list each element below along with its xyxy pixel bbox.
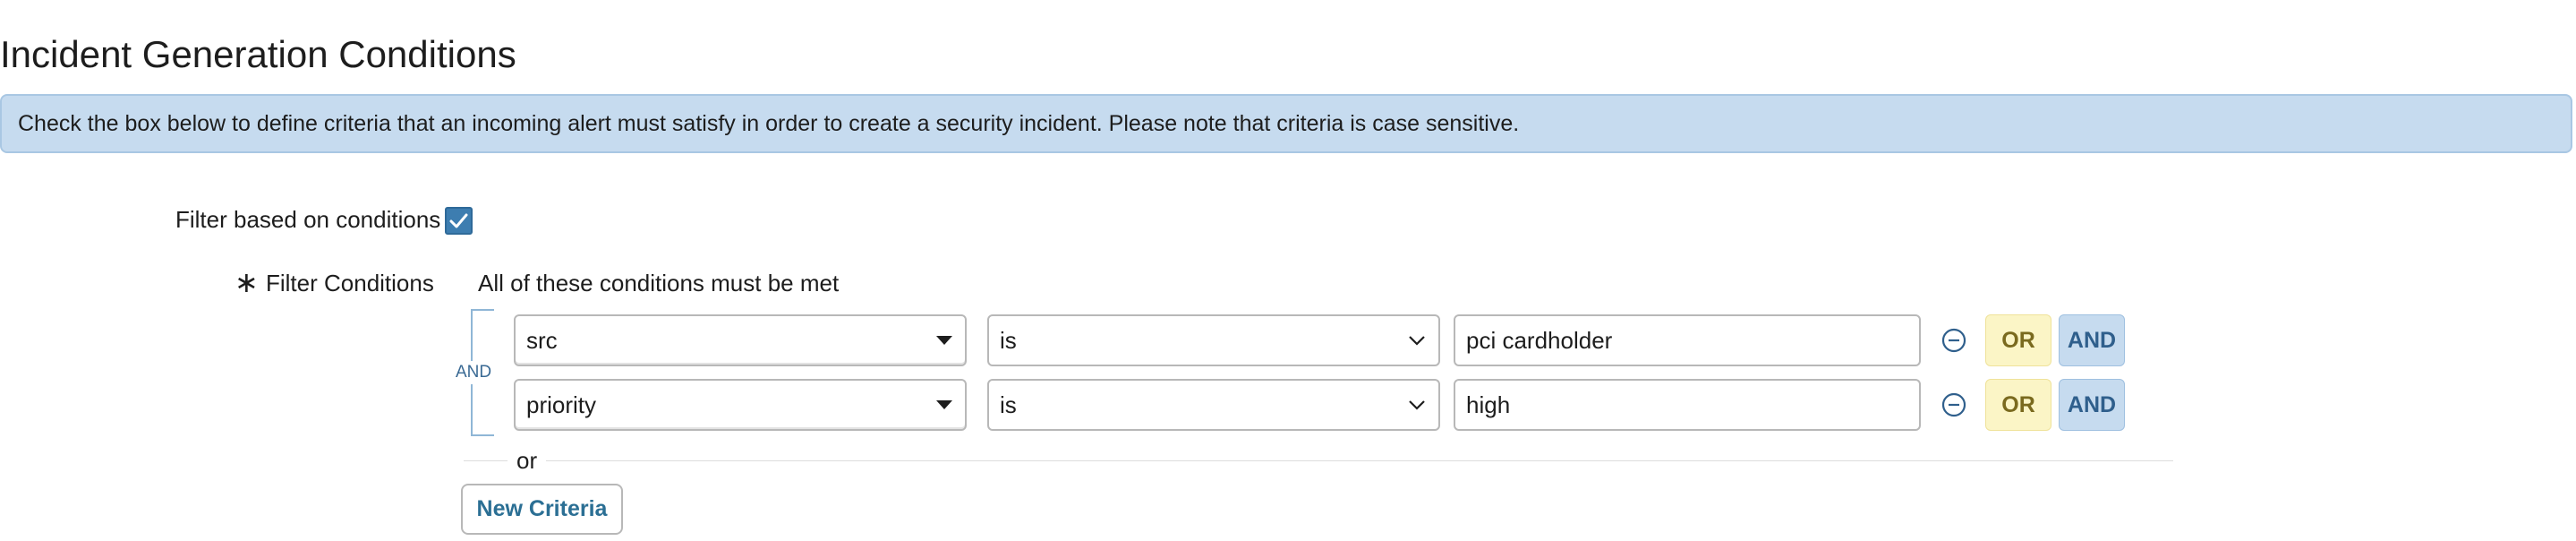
caret-down-icon bbox=[936, 381, 952, 429]
remove-condition-button[interactable] bbox=[1940, 391, 1968, 424]
condition-field-select[interactable]: src bbox=[514, 314, 967, 366]
minus-circle-icon bbox=[1941, 392, 1966, 417]
remove-condition-button[interactable] bbox=[1940, 326, 1968, 359]
and-button[interactable]: AND bbox=[2059, 314, 2125, 366]
info-message: Check the box below to define criteria t… bbox=[0, 94, 2572, 153]
page-title: Incident Generation Conditions bbox=[0, 33, 516, 75]
condition-operator-value: is bbox=[1000, 391, 1017, 418]
new-criteria-button[interactable]: New Criteria bbox=[461, 484, 623, 535]
condition-field-value: src bbox=[526, 327, 558, 354]
filter-conditions-checkbox[interactable] bbox=[445, 207, 473, 235]
condition-value-input[interactable]: pci cardholder bbox=[1454, 314, 1921, 366]
caret-down-icon bbox=[936, 316, 952, 365]
condition-value-text: high bbox=[1466, 391, 1511, 418]
and-button[interactable]: AND bbox=[2059, 379, 2125, 431]
condition-value-text: pci cardholder bbox=[1466, 327, 1613, 354]
condition-field-value: priority bbox=[526, 391, 597, 418]
required-marker: ∗ bbox=[235, 266, 259, 298]
check-icon bbox=[449, 213, 468, 228]
filter-conditions-label: Filter Conditions bbox=[266, 270, 434, 296]
or-button[interactable]: OR bbox=[1985, 314, 2051, 366]
or-separator-label: or bbox=[508, 445, 547, 476]
conditions-summary: All of these conditions must be met bbox=[478, 270, 840, 296]
filter-based-on-conditions-label: Filter based on conditions bbox=[175, 206, 441, 233]
condition-operator-select[interactable]: is bbox=[987, 314, 1440, 366]
chevron-down-icon bbox=[1408, 381, 1426, 429]
condition-value-input[interactable]: high bbox=[1454, 379, 1921, 431]
condition-field-select[interactable]: priority bbox=[514, 379, 967, 431]
and-group-label: AND bbox=[454, 361, 494, 384]
chevron-down-icon bbox=[1408, 316, 1426, 365]
or-button[interactable]: OR bbox=[1985, 379, 2051, 431]
condition-operator-value: is bbox=[1000, 327, 1017, 354]
minus-circle-icon bbox=[1941, 328, 1966, 353]
or-divider bbox=[464, 460, 2173, 461]
condition-operator-select[interactable]: is bbox=[987, 379, 1440, 431]
